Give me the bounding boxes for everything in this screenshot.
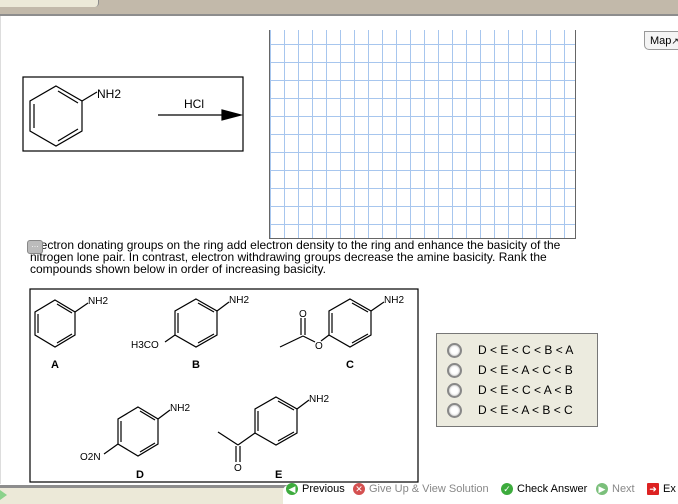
compound-d-structure xyxy=(103,406,171,457)
arrow-head-icon xyxy=(221,109,244,121)
compound-a-amine: NH2 xyxy=(88,296,108,307)
comment-icon[interactable]: … xyxy=(27,240,43,254)
compound-c-ester-oxygen: O xyxy=(315,341,323,352)
compound-e-amine: NH2 xyxy=(309,394,329,405)
check-icon: ✓ xyxy=(501,483,513,495)
compound-e-structure xyxy=(217,396,310,462)
radio-button[interactable] xyxy=(447,342,462,358)
compound-d-substituent: O2N xyxy=(80,452,101,463)
compound-b-label: B xyxy=(192,359,200,371)
compound-c-amine: NH2 xyxy=(384,295,404,306)
compound-b-structure xyxy=(164,298,230,348)
exit-door-icon: ➜ xyxy=(647,483,659,495)
next-label: Next xyxy=(612,483,635,495)
give-up-button[interactable]: ✕ Give Up & View Solution xyxy=(353,483,489,495)
compound-d-label: D xyxy=(136,469,144,481)
radio-button[interactable] xyxy=(447,402,462,418)
back-arrow-icon: ◀ xyxy=(286,483,298,495)
answer-options: D < E < C < B < A D < E < A < C < B D < … xyxy=(436,333,598,427)
option-label: D < E < A < C < B xyxy=(478,363,573,377)
option-3[interactable]: D < E < C < A < B xyxy=(437,380,597,400)
reactant-aniline xyxy=(29,85,98,147)
forward-arrow-icon: ▶ xyxy=(596,483,608,495)
previous-button[interactable]: ◀ Previous xyxy=(286,483,345,495)
bottom-toolbar: ◀ Previous ✕ Give Up & View Solution ✓ Chec… xyxy=(0,483,678,504)
compound-c-carbonyl-oxygen: O xyxy=(299,309,307,320)
previous-label: Previous xyxy=(302,483,345,495)
compound-a-structure xyxy=(34,299,89,348)
option-4[interactable]: D < E < A < B < C xyxy=(437,400,597,420)
radio-button[interactable] xyxy=(447,362,462,378)
exit-button[interactable]: ➜ Ex xyxy=(647,483,676,495)
compound-e-carbonyl-oxygen: O xyxy=(234,463,242,474)
compound-c-structure xyxy=(279,298,385,348)
give-up-label: Give Up & View Solution xyxy=(369,483,489,495)
option-label: D < E < A < B < C xyxy=(478,403,573,417)
reactant-amine-label: NH2 xyxy=(97,87,121,101)
option-label: D < E < C < B < A xyxy=(478,343,574,357)
x-circle-icon: ✕ xyxy=(353,483,365,495)
next-button[interactable]: ▶ Next xyxy=(596,483,635,495)
exit-label: Ex xyxy=(663,483,676,495)
compound-b-substituent: H3CO xyxy=(131,340,159,351)
option-1[interactable]: D < E < C < B < A xyxy=(437,340,597,360)
option-2[interactable]: D < E < A < C < B xyxy=(437,360,597,380)
compound-b-amine: NH2 xyxy=(229,295,249,306)
check-answer-button[interactable]: ✓ Check Answer xyxy=(501,483,587,495)
play-icon[interactable] xyxy=(0,490,7,500)
question-text: Electron donating groups on the ring add… xyxy=(30,239,590,275)
option-label: D < E < C < A < B xyxy=(478,383,573,397)
nav-bar: ◀ Previous ✕ Give Up & View Solution ✓ Chec… xyxy=(283,483,678,504)
compound-a-label: A xyxy=(51,359,59,371)
reagent-label: HCl xyxy=(184,97,204,111)
reaction-box xyxy=(22,76,244,152)
compound-e-label: E xyxy=(275,469,282,481)
question-text-body: Electron donating groups on the ring add… xyxy=(30,238,561,276)
check-answer-label: Check Answer xyxy=(517,483,588,495)
compound-c-label: C xyxy=(346,359,354,371)
radio-button[interactable] xyxy=(447,382,462,398)
compound-d-amine: NH2 xyxy=(170,403,190,414)
